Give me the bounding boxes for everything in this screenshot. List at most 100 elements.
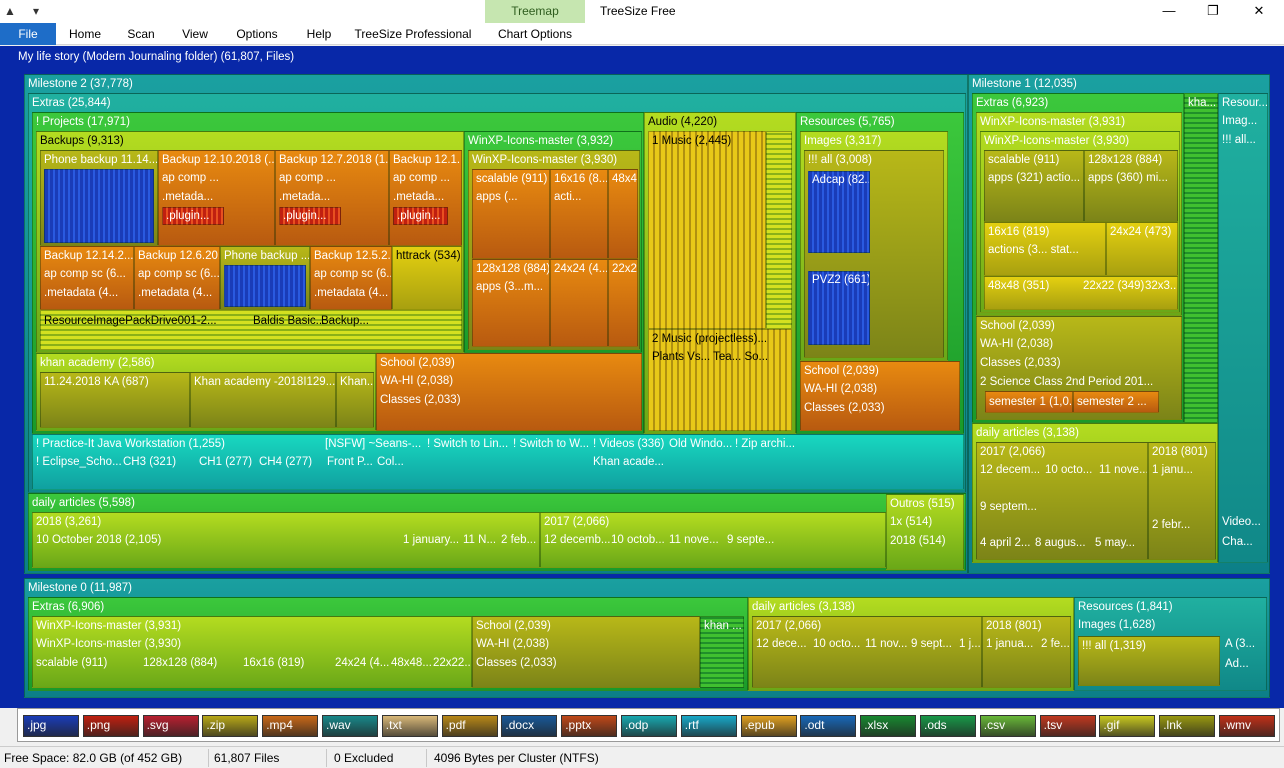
tab-help[interactable]: Help bbox=[292, 23, 346, 45]
folder-m0-2018[interactable]: 2018 (801) 1 janua... 2 fe... bbox=[982, 616, 1071, 688]
tab-treesize-professional[interactable]: TreeSize Professional bbox=[350, 23, 476, 45]
file-cluster-png[interactable]: .plugin... bbox=[279, 207, 341, 225]
folder-2017[interactable]: 2017 (2,066) 12 decemb... 10 octob... 11… bbox=[540, 512, 886, 568]
folder-m1-128x128[interactable]: 128x128 (884) apps (360) mi... bbox=[1084, 150, 1178, 222]
folder-khan-academy[interactable]: khan academy (2,586) 11.24.2018 KA (687)… bbox=[36, 353, 376, 431]
folder-misc-row[interactable]: ResourceImagePackDrive001-2... Baldis Ba… bbox=[40, 310, 462, 350]
folder-m0-resources[interactable]: Resources (1,841) Images (1,628) !!! all… bbox=[1074, 597, 1267, 691]
folder-backup-12-1[interactable]: Backup 12.1... ap comp ... .metada... .p… bbox=[389, 150, 462, 246]
folder-m0-all[interactable]: !!! all (1,319) bbox=[1078, 636, 1220, 686]
legend-item[interactable]: .lnk bbox=[1159, 715, 1216, 737]
folder-m1-2018[interactable]: 2018 (801) 1 janu... 2 febr... bbox=[1148, 442, 1216, 560]
file-cluster-jpg[interactable] bbox=[44, 169, 154, 243]
folder-adcap[interactable]: Adcap (82... bbox=[808, 171, 870, 253]
folder-m1-kha[interactable]: kha... bbox=[1184, 93, 1218, 423]
folder-m1-scalable[interactable]: scalable (911) apps (321) actio... bbox=[984, 150, 1084, 222]
folder-milestone-2[interactable]: Milestone 2 (37,778) Extras (25,844) ! P… bbox=[24, 74, 968, 574]
legend-item[interactable]: .rtf bbox=[680, 715, 737, 737]
legend-item[interactable]: .wmv bbox=[1219, 715, 1275, 737]
folder-1-music[interactable]: 1 Music (2,445) bbox=[648, 131, 766, 329]
folder-m1-semester-2[interactable]: semester 2 ... bbox=[1073, 391, 1159, 413]
folder-m1-resources[interactable]: Resour... Imag... !!! all... Video... Ch… bbox=[1218, 93, 1268, 563]
folder-phone-backup[interactable]: Phone backup 11.14... bbox=[40, 150, 158, 246]
legend-item[interactable]: .tsv bbox=[1039, 715, 1096, 737]
file-cluster-jpg[interactable] bbox=[224, 265, 306, 307]
folder-m0-winxp[interactable]: WinXP-Icons-master (3,931) WinXP-Icons-m… bbox=[32, 616, 472, 688]
folder-pvz2[interactable]: PVZ2 (661) bbox=[808, 271, 870, 345]
quick-access-dropdown-icon[interactable]: ▾ bbox=[28, 3, 44, 19]
folder-backup-12-10[interactable]: Backup 12.10.2018 (... ap comp ... .meta… bbox=[158, 150, 275, 246]
folder-milestone-1[interactable]: Milestone 1 (12,035) Extras (6,923) WinX… bbox=[968, 74, 1270, 574]
legend-item[interactable]: .mp4 bbox=[262, 715, 319, 737]
folder-httrack[interactable]: httrack (534) bbox=[392, 246, 462, 310]
folder-48x48[interactable]: 48x4... bbox=[608, 169, 638, 259]
folder-projects[interactable]: ! Projects (17,971) Backups (9,313) Phon… bbox=[32, 112, 644, 434]
folder-2-music[interactable]: 2 Music (projectless)... Plants Vs... Te… bbox=[648, 329, 792, 431]
legend-item[interactable]: .zip bbox=[202, 715, 259, 737]
legend-item[interactable]: .wav bbox=[322, 715, 378, 737]
tab-home[interactable]: Home bbox=[58, 23, 112, 45]
folder-m1-48-22-32[interactable]: 48x48 (351) 22x22 (349) 32x3... bbox=[984, 276, 1178, 310]
folder-phone-backup-2[interactable]: Phone backup ... bbox=[220, 246, 310, 310]
folder-m0-daily[interactable]: daily articles (3,138) 2017 (2,066) 12 d… bbox=[748, 597, 1074, 691]
folder-2018[interactable]: 2018 (3,261) 10 October 2018 (2,105) 1 j… bbox=[32, 512, 540, 568]
tab-file[interactable]: File bbox=[0, 23, 56, 45]
legend-item[interactable]: .csv bbox=[979, 715, 1036, 737]
folder-m0-2017[interactable]: 2017 (2,066) 12 dece... 10 octo... 11 no… bbox=[752, 616, 982, 688]
restore-button[interactable]: ❐ bbox=[1190, 0, 1236, 23]
folder-m1-school[interactable]: School (2,039) WA-HI (2,038) Classes (2,… bbox=[976, 316, 1182, 420]
legend-item[interactable]: .gif bbox=[1099, 715, 1156, 737]
folder-22x22[interactable]: 22x2... bbox=[608, 259, 638, 347]
folder-khan-academy-2018[interactable]: Khan academy -2018I129... bbox=[190, 372, 336, 428]
folder-school[interactable]: School (2,039) WA-HI (2,038) Classes (2,… bbox=[376, 353, 642, 431]
folder-16x16[interactable]: 16x16 (8... acti... bbox=[550, 169, 608, 259]
legend-item[interactable]: .png bbox=[82, 715, 139, 737]
legend-item[interactable]: .docx bbox=[501, 715, 558, 737]
folder-m1-2017[interactable]: 2017 (2,066) 12 decem... 10 octo... 11 n… bbox=[976, 442, 1148, 560]
folder-m1-extras[interactable]: Extras (6,923) WinXP-Icons-master (3,931… bbox=[972, 93, 1184, 423]
legend-item[interactable]: .epub bbox=[740, 715, 797, 737]
folder-practice-row[interactable]: ! Practice-It Java Workstation (1,255) !… bbox=[32, 434, 964, 490]
legend-item[interactable]: .svg bbox=[142, 715, 199, 737]
folder-outros[interactable]: Outros (515) 1x (514) 2018 (514) bbox=[886, 494, 964, 570]
folder-m1-16x16[interactable]: 16x16 (819) actions (3... stat... bbox=[984, 222, 1106, 276]
folder-m0-khan[interactable]: khan ... bbox=[700, 616, 744, 688]
folder-128x128[interactable]: 128x128 (884) apps (3...m... bbox=[472, 259, 550, 347]
context-tab-treemap[interactable]: Treemap bbox=[485, 0, 585, 23]
legend-item[interactable]: .odp bbox=[621, 715, 677, 737]
folder-m0-extras[interactable]: Extras (6,906) WinXP-Icons-master (3,931… bbox=[28, 597, 748, 691]
legend-item[interactable]: .jpg bbox=[23, 715, 79, 737]
file-cluster-png[interactable]: .plugin... bbox=[162, 207, 224, 225]
folder-resources[interactable]: Resources (5,765) Images (3,317) !!! all… bbox=[796, 112, 964, 434]
folder-backup-12-5[interactable]: Backup 12.5.2... ap comp sc (6... .metad… bbox=[310, 246, 392, 310]
folder-winxp-icons[interactable]: WinXP-Icons-master (3,932) WinXP-Icons-m… bbox=[464, 131, 642, 353]
legend-item[interactable]: .ods bbox=[920, 715, 976, 737]
folder-backup-12-14[interactable]: Backup 12.14.2... ap comp sc (6... .meta… bbox=[40, 246, 134, 310]
folder-m0-school[interactable]: School (2,039) WA-HI (2,038) Classes (2,… bbox=[472, 616, 700, 688]
tab-chart-options[interactable]: Chart Options bbox=[486, 23, 584, 45]
folder-backup-12-6[interactable]: Backup 12.6.20... ap comp sc (6... .meta… bbox=[134, 246, 220, 310]
legend-item[interactable]: .xlsx bbox=[860, 715, 917, 737]
tab-scan[interactable]: Scan bbox=[114, 23, 168, 45]
folder-24x24[interactable]: 24x24 (4... bbox=[550, 259, 608, 347]
folder-audio[interactable]: Audio (4,220) 1 Music (2,445) 2 Music (p… bbox=[644, 112, 796, 434]
tab-view[interactable]: View bbox=[168, 23, 222, 45]
tab-options[interactable]: Options bbox=[224, 23, 290, 45]
legend-item[interactable]: .pdf bbox=[441, 715, 498, 737]
folder-resources-school[interactable]: School (2,039) WA-HI (2,038) Classes (2,… bbox=[800, 361, 960, 431]
folder-khan-3[interactable]: Khan... bbox=[336, 372, 374, 428]
folder-audio-misc[interactable] bbox=[766, 131, 792, 329]
file-cluster-png[interactable]: .plugin... bbox=[393, 207, 448, 225]
legend-item[interactable]: .txt bbox=[381, 715, 438, 737]
folder-all[interactable]: !!! all (3,008) Adcap (82... PVZ2 (661) bbox=[804, 150, 944, 358]
minimize-button[interactable]: — bbox=[1146, 0, 1192, 23]
folder-extras[interactable]: Extras (25,844) ! Projects (17,971) Back… bbox=[28, 93, 966, 493]
folder-m1-winxp[interactable]: WinXP-Icons-master (3,931) WinXP-Icons-m… bbox=[976, 112, 1182, 316]
folder-winxp-icons-inner[interactable]: WinXP-Icons-master (3,930) scalable (911… bbox=[468, 150, 640, 350]
folder-scalable[interactable]: scalable (911) apps (... bbox=[472, 169, 550, 259]
folder-m1-24x24[interactable]: 24x24 (473) bbox=[1106, 222, 1178, 276]
folder-daily-articles[interactable]: daily articles (5,598) 2018 (3,261) 10 O… bbox=[28, 493, 966, 571]
close-button[interactable]: ✕ bbox=[1236, 0, 1282, 23]
folder-m1-semester-1[interactable]: semester 1 (1,0... bbox=[985, 391, 1073, 413]
legend-item[interactable]: .odt bbox=[800, 715, 857, 737]
